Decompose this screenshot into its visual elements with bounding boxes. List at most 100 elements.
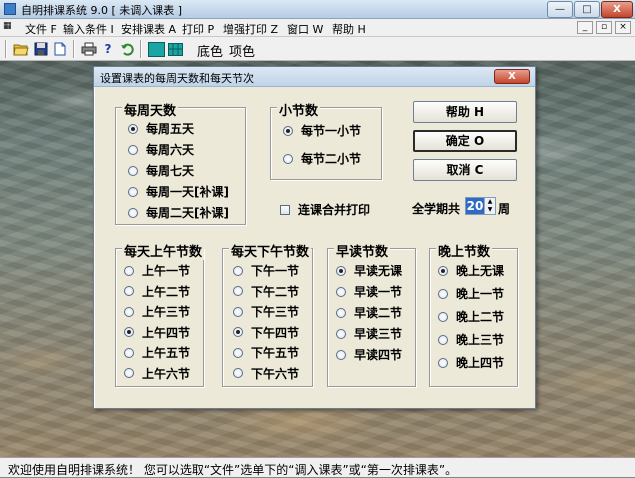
radio-button[interactable] <box>438 311 448 322</box>
minimize-button[interactable]: — <box>547 1 573 18</box>
radio-button[interactable] <box>336 286 346 297</box>
mdi-doc-icon[interactable]: ▦ <box>3 21 12 31</box>
status-bar: 欢迎使用自明排课系统！ 您可以选取“文件”选单下的“调入课表”或“第一次排课表”… <box>0 457 635 477</box>
radio-button[interactable] <box>124 327 134 337</box>
weekly-days-option[interactable]: 每周七天 <box>128 162 194 179</box>
afternoon-option[interactable]: 下午三节 <box>233 303 299 320</box>
color-swatch-icon[interactable] <box>147 40 165 58</box>
evening-option[interactable]: 晚上一节 <box>438 285 504 302</box>
help-button[interactable]: 帮助 H <box>413 101 517 123</box>
close-button[interactable]: X <box>601 1 633 18</box>
evening-option[interactable]: 晚上四节 <box>438 354 504 371</box>
radio-button[interactable] <box>283 153 293 164</box>
mdi-restore-button[interactable]: ▫ <box>596 21 612 34</box>
menu-help[interactable]: 帮助 H <box>332 21 366 37</box>
save-icon[interactable] <box>32 40 50 58</box>
radio-button[interactable] <box>233 306 243 317</box>
weekly-days-option[interactable]: 每周六天 <box>128 141 194 158</box>
mdi-close-button[interactable]: × <box>615 21 631 34</box>
radio-button[interactable] <box>233 265 243 276</box>
window-titlebar[interactable]: 自明排课系统 9.0 [ 未调入课表 ] — □ X <box>0 0 635 19</box>
menu-input-conditions[interactable]: 输入条件 I <box>63 21 114 37</box>
radio-button[interactable] <box>124 368 134 378</box>
afternoon-option[interactable]: 下午四节 <box>233 324 299 341</box>
maximize-button[interactable]: □ <box>574 1 600 18</box>
color-grid-icon[interactable] <box>166 40 184 58</box>
cancel-button[interactable]: 取消 C <box>413 159 517 181</box>
radio-button[interactable] <box>128 165 138 176</box>
group-sub-period-title: 小节数 <box>277 100 321 119</box>
radio-button[interactable] <box>128 207 138 218</box>
morning-option[interactable]: 上午五节 <box>124 344 190 361</box>
weekly-days-option[interactable]: 每周一天[补课] <box>128 183 229 200</box>
mdi-minimize-button[interactable]: _ <box>577 21 593 34</box>
early-reading-option[interactable]: 早读二节 <box>336 304 402 321</box>
morning-option[interactable]: 上午四节 <box>124 324 190 341</box>
sub-period-option[interactable]: 每节一小节 <box>283 122 361 139</box>
radio-button[interactable] <box>233 347 243 358</box>
sub-period-option[interactable]: 每节二小节 <box>283 150 361 167</box>
radio-button[interactable] <box>124 347 134 358</box>
help-question-icon[interactable]: ? <box>99 40 117 58</box>
item-color-button[interactable]: 项色 <box>229 41 255 60</box>
menu-print[interactable]: 打印 P <box>182 21 214 37</box>
radio-button[interactable] <box>438 334 448 345</box>
radio-button[interactable] <box>336 349 346 360</box>
menu-arrange-schedule[interactable]: 安排课表 A <box>121 21 176 37</box>
radio-button[interactable] <box>124 286 134 296</box>
evening-option[interactable]: 晚上三节 <box>438 331 504 348</box>
radio-button[interactable] <box>438 265 448 276</box>
ok-button[interactable]: 确定 O <box>413 130 517 152</box>
radio-button[interactable] <box>233 286 243 296</box>
radio-button[interactable] <box>336 307 346 318</box>
semester-weeks-value[interactable]: 20 <box>466 198 484 214</box>
early-reading-option[interactable]: 早读三节 <box>336 325 402 342</box>
weekly-days-option[interactable]: 每周二天[补课] <box>128 204 229 221</box>
radio-button[interactable] <box>124 265 134 276</box>
evening-option-label: 晚上一节 <box>456 287 505 301</box>
dialog-titlebar[interactable]: 设置课表的每周天数和每天节次 X <box>94 67 535 87</box>
afternoon-option[interactable]: 下午一节 <box>233 262 299 279</box>
evening-option[interactable]: 晚上二节 <box>438 308 504 325</box>
radio-button[interactable] <box>283 125 293 136</box>
new-document-icon[interactable] <box>51 40 69 58</box>
afternoon-option[interactable]: 下午五节 <box>233 344 299 361</box>
afternoon-option[interactable]: 下午二节 <box>233 283 299 300</box>
radio-button[interactable] <box>128 144 138 155</box>
radio-button[interactable] <box>128 123 138 134</box>
early-reading-option[interactable]: 早读无课 <box>336 262 402 279</box>
menu-window[interactable]: 窗口 W <box>287 21 323 37</box>
window-title: 自明排课系统 9.0 [ 未调入课表 ] <box>21 4 183 17</box>
checkbox-box[interactable] <box>280 204 290 215</box>
group-afternoon-title: 每天下午节数 <box>229 241 312 260</box>
open-folder-icon[interactable] <box>12 40 30 58</box>
morning-option[interactable]: 上午一节 <box>124 262 190 279</box>
early-reading-option[interactable]: 早读一节 <box>336 283 402 300</box>
afternoon-option[interactable]: 下午六节 <box>233 365 299 382</box>
undo-icon[interactable] <box>118 40 136 58</box>
radio-button[interactable] <box>336 265 346 276</box>
morning-option[interactable]: 上午三节 <box>124 303 190 320</box>
semester-weeks-spinner[interactable]: 20 ▲ ▼ <box>465 197 496 215</box>
radio-button[interactable] <box>124 306 134 317</box>
radio-button[interactable] <box>336 328 346 339</box>
spinner-arrows-icon[interactable]: ▲ ▼ <box>484 198 495 214</box>
radio-button[interactable] <box>128 186 138 197</box>
group-weekly-days-title: 每周天数 <box>122 100 179 119</box>
early-reading-option-label: 早读无课 <box>354 264 403 278</box>
radio-button[interactable] <box>233 368 243 378</box>
printer-icon[interactable] <box>80 40 98 58</box>
early-reading-option[interactable]: 早读四节 <box>336 346 402 363</box>
radio-button[interactable] <box>438 357 448 368</box>
menu-file[interactable]: 文件 F <box>25 21 57 37</box>
merge-print-checkbox[interactable]: 连课合并打印 <box>280 201 370 218</box>
morning-option[interactable]: 上午六节 <box>124 365 190 382</box>
morning-option[interactable]: 上午二节 <box>124 283 190 300</box>
menu-enhanced-print[interactable]: 增强打印 Z <box>223 21 278 37</box>
dialog-close-button[interactable]: X <box>494 69 530 84</box>
evening-option[interactable]: 晚上无课 <box>438 262 504 279</box>
weekly-days-option[interactable]: 每周五天 <box>128 120 194 137</box>
radio-button[interactable] <box>233 327 243 337</box>
background-color-button[interactable]: 底色 <box>197 41 223 60</box>
radio-button[interactable] <box>438 288 448 299</box>
